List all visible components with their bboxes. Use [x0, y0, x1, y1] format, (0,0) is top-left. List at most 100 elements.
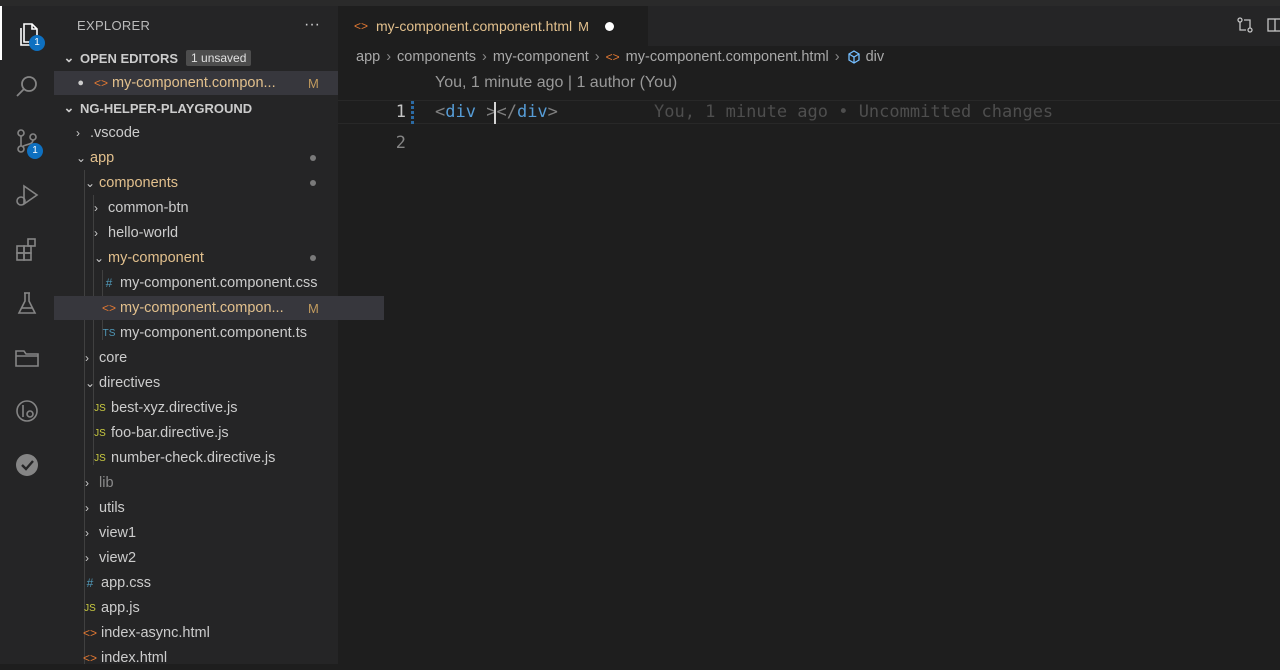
css-file-icon: # — [86, 576, 94, 590]
tree-item-label: app.css — [101, 575, 151, 591]
chevron-down-icon: ⌄ — [63, 100, 75, 115]
run-debug-activity-button[interactable] — [0, 168, 54, 222]
tab-label: my-component.component.html — [376, 18, 573, 34]
editor-tab[interactable]: <> my-component.component.html M — [338, 6, 648, 46]
breadcrumb-item[interactable]: div — [866, 49, 885, 65]
tree-folder-hello-world[interactable]: › hello-world — [54, 221, 378, 245]
open-editor-label: my-component.compon... — [112, 75, 276, 91]
tree-folder-vscode[interactable]: › .vscode — [54, 121, 360, 145]
tree-file-js[interactable]: JS number-check.directive.js — [54, 446, 375, 470]
tab-modified-flag: M — [578, 18, 589, 34]
tree-item-label: utils — [99, 500, 125, 516]
chevron-right-icon: › — [482, 49, 487, 65]
unsaved-dot-icon: ● — [77, 77, 84, 89]
chevron-right-icon: › — [85, 526, 89, 540]
breadcrumb-item[interactable]: components — [397, 49, 476, 65]
breadcrumb-item[interactable]: app — [356, 49, 380, 65]
tree-item-label: foo-bar.directive.js — [111, 425, 229, 441]
sidebar-title: EXPLORER — [77, 18, 151, 33]
git-history-icon — [16, 400, 38, 422]
chevron-right-icon: › — [76, 126, 80, 140]
explorer-badge: 1 — [29, 35, 45, 51]
css-file-icon: # — [105, 276, 113, 290]
tree-item-label: my-component.component.ts — [120, 325, 307, 341]
tree-folder-directives[interactable]: ⌄ directives — [54, 371, 369, 395]
activity-bar: 1 1 — [0, 6, 54, 664]
git-history-activity-button[interactable] — [0, 384, 54, 438]
extensions-activity-button[interactable] — [0, 222, 54, 276]
tree-folder-view1[interactable]: › view1 — [54, 521, 369, 545]
tree-item-label: common-btn — [108, 200, 189, 216]
tree-folder-my-component[interactable]: ⌄ my-component — [54, 246, 378, 270]
html-file-icon: <> — [354, 19, 369, 33]
tree-file-app-css[interactable]: # app.css — [54, 571, 365, 595]
search-activity-button[interactable] — [0, 60, 54, 114]
text-cursor — [494, 102, 496, 124]
compare-changes-icon[interactable] — [1236, 16, 1254, 34]
chevron-down-icon: ⌄ — [76, 151, 87, 165]
tree-folder-view2[interactable]: › view2 — [54, 546, 369, 570]
tree-folder-app[interactable]: ⌄ app — [54, 146, 360, 170]
gutter-added-indicator — [411, 101, 414, 125]
explorer-activity-button[interactable]: 1 — [0, 6, 56, 60]
open-editors-header[interactable]: ⌄ OPEN EDITORS 1 unsaved — [54, 46, 338, 70]
tree-item-label: index-async.html — [101, 625, 210, 641]
tree-item-label: hello-world — [108, 225, 179, 241]
line-number: 1 — [395, 102, 406, 122]
chevron-down-icon: ⌄ — [85, 376, 96, 390]
tree-folder-lib[interactable]: › lib — [54, 471, 369, 495]
open-editor-item[interactable]: ● <> my-component.compon... M — [54, 71, 338, 95]
workspace-label: NG-HELPER-PLAYGROUND — [80, 100, 253, 116]
chevron-right-icon: › — [594, 49, 600, 65]
code-line[interactable]: <div ></div> — [435, 100, 558, 124]
tree-folder-utils[interactable]: › utils — [54, 496, 369, 520]
html-file-icon: <> — [82, 651, 97, 665]
tree-file-js[interactable]: JS foo-bar.directive.js — [54, 421, 375, 445]
unsaved-dot-icon[interactable] — [604, 21, 614, 31]
scm-badge: 1 — [27, 143, 43, 159]
editor-tab-bar: <> my-component.component.html M — [338, 6, 1280, 46]
inline-blame: You, 1 minute ago • Uncommitted changes — [654, 102, 1054, 122]
codelens-author-info[interactable]: You, 1 minute ago | 1 author (You) — [435, 74, 677, 92]
tree-item-label: directives — [99, 375, 161, 391]
javascript-file-icon: JS — [94, 427, 106, 439]
tree-file-app-js[interactable]: JS app.js — [54, 596, 365, 620]
tree-item-label: components — [99, 175, 178, 191]
folders-activity-button[interactable] — [0, 330, 54, 384]
breadcrumb-item[interactable]: my-component.component.html — [626, 49, 829, 65]
modified-flag: M — [308, 300, 319, 316]
tree-file-css[interactable]: # my-component.component.css — [54, 271, 384, 295]
tree-file-js[interactable]: JS best-xyz.directive.js — [54, 396, 375, 420]
html-file-icon: <> — [93, 76, 108, 90]
tree-file-index-async[interactable]: <> index-async.html — [54, 621, 365, 645]
testing-activity-button[interactable] — [0, 276, 54, 330]
workspace-header[interactable]: ⌄ NG-HELPER-PLAYGROUND — [54, 96, 338, 120]
tree-folder-components[interactable]: ⌄ components — [54, 171, 369, 195]
editor-actions — [1236, 16, 1280, 34]
open-editors-label: OPEN EDITORS — [80, 50, 179, 66]
explorer-sidebar: EXPLORER ··· ⌄ OPEN EDITORS 1 unsaved ● … — [54, 6, 384, 666]
tree-folder-core[interactable]: › core — [54, 346, 369, 370]
checks-activity-button[interactable] — [0, 438, 54, 492]
tree-file-index[interactable]: <> index.html — [54, 646, 365, 670]
chevron-right-icon: › — [94, 226, 98, 240]
more-actions-button[interactable]: ··· — [304, 16, 320, 34]
javascript-file-icon: JS — [94, 402, 106, 414]
modified-dot — [310, 155, 316, 161]
chevron-down-icon: ⌄ — [85, 176, 96, 190]
tree-file-html[interactable]: <> my-component.compon... M — [54, 296, 384, 320]
chevron-right-icon: › — [386, 49, 392, 65]
breadcrumb-item[interactable]: my-component — [493, 49, 589, 65]
tree-folder-common-btn[interactable]: › common-btn — [54, 196, 378, 220]
tree-item-label: my-component — [108, 250, 204, 266]
source-control-activity-button[interactable]: 1 — [0, 114, 54, 168]
chevron-right-icon: › — [834, 49, 840, 65]
split-editor-icon[interactable] — [1266, 16, 1280, 34]
tree-item-label: app — [90, 150, 115, 166]
code-token: > — [547, 102, 558, 122]
tree-item-label: app.js — [101, 600, 140, 616]
html-file-icon: <> — [605, 50, 620, 64]
tree-item-label: lib — [99, 475, 114, 491]
folder-icon — [15, 350, 39, 367]
tree-file-ts[interactable]: TS my-component.component.ts — [54, 321, 384, 345]
